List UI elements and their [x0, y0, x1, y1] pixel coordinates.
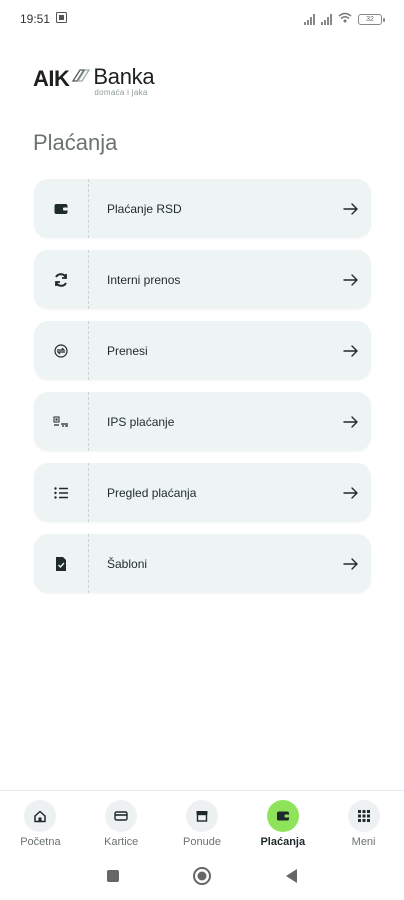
logo-mark-icon — [72, 69, 91, 82]
arrow-right-icon — [331, 202, 371, 216]
aik-banka-logo: AIK Banka domaća i jaka — [33, 64, 155, 98]
menu-item-ips-placanje[interactable]: IPS plaćanje — [34, 392, 371, 451]
refresh-icon — [34, 250, 89, 309]
nav-label: Kartice — [104, 836, 139, 848]
document-check-icon — [34, 534, 89, 593]
list-icon — [34, 463, 89, 522]
status-time: 19:51 — [20, 12, 51, 26]
nav-label: Meni — [351, 836, 376, 848]
nav-label: Ponude — [183, 836, 221, 848]
card-icon — [105, 800, 138, 832]
battery-level: 32 — [366, 15, 374, 23]
arrow-right-icon — [331, 557, 371, 571]
menu-item-prenesi[interactable]: Prenesi — [34, 321, 371, 380]
recents-button[interactable] — [106, 869, 120, 888]
menu-item-label: Pregled plaćanja — [107, 485, 197, 500]
menu-item-pregled-placanja[interactable]: Pregled plaćanja — [34, 463, 371, 522]
exchange-icon — [34, 321, 89, 380]
nav-item-pocetna[interactable]: Početna — [5, 800, 75, 848]
wallet-icon — [34, 179, 89, 238]
nav-item-meni[interactable]: Meni — [329, 800, 399, 848]
menu-item-placanje-rsd[interactable]: Plaćanje RSD — [34, 179, 371, 238]
logo-tagline: domaća i jaka — [94, 88, 148, 97]
page-title: Plaćanja — [33, 130, 118, 155]
menu-item-label: Šabloni — [107, 556, 148, 571]
menu-item-label: Interni prenos — [107, 272, 181, 287]
arrow-right-icon — [331, 486, 371, 500]
store-icon — [185, 800, 218, 832]
nav-item-placanja[interactable]: Plaćanja — [248, 800, 318, 848]
home-icon — [24, 800, 57, 832]
arrow-right-icon — [331, 415, 371, 429]
wifi-icon — [338, 12, 352, 26]
menu-item-interni-prenos[interactable]: Interni prenos — [34, 250, 371, 309]
nav-item-ponude[interactable]: Ponude — [167, 800, 237, 848]
logo-text-left: AIK — [33, 66, 70, 91]
nav-label: Početna — [20, 836, 61, 848]
menu-item-label: Plaćanje RSD — [107, 201, 182, 216]
home-button[interactable] — [192, 866, 212, 891]
notification-icon — [56, 12, 68, 26]
signal-icon-2 — [321, 13, 332, 25]
wallet-icon — [266, 800, 299, 832]
menu-item-sabloni[interactable]: Šabloni — [34, 534, 371, 593]
status-bar: 19:51 32 — [0, 0, 404, 38]
battery-icon: 32 — [358, 13, 385, 25]
nav-item-kartice[interactable]: Kartice — [86, 800, 156, 848]
bottom-nav: Početna Kartice Ponude Plaćanja Meni — [0, 790, 404, 856]
back-button[interactable] — [284, 868, 298, 889]
menu-item-label: Prenesi — [107, 343, 148, 358]
menu-item-label: IPS plaćanje — [107, 414, 175, 429]
arrow-right-icon — [331, 273, 371, 287]
qr-pay-icon — [34, 392, 89, 451]
payments-menu: Plaćanje RSD Interni prenos Prenesi IPS … — [34, 179, 371, 605]
system-nav-bar — [0, 856, 404, 900]
nav-label: Plaćanja — [260, 836, 306, 848]
logo-text-right: Banka — [93, 64, 155, 89]
arrow-right-icon — [331, 344, 371, 358]
signal-icon — [304, 13, 315, 25]
grid-icon — [347, 800, 380, 832]
